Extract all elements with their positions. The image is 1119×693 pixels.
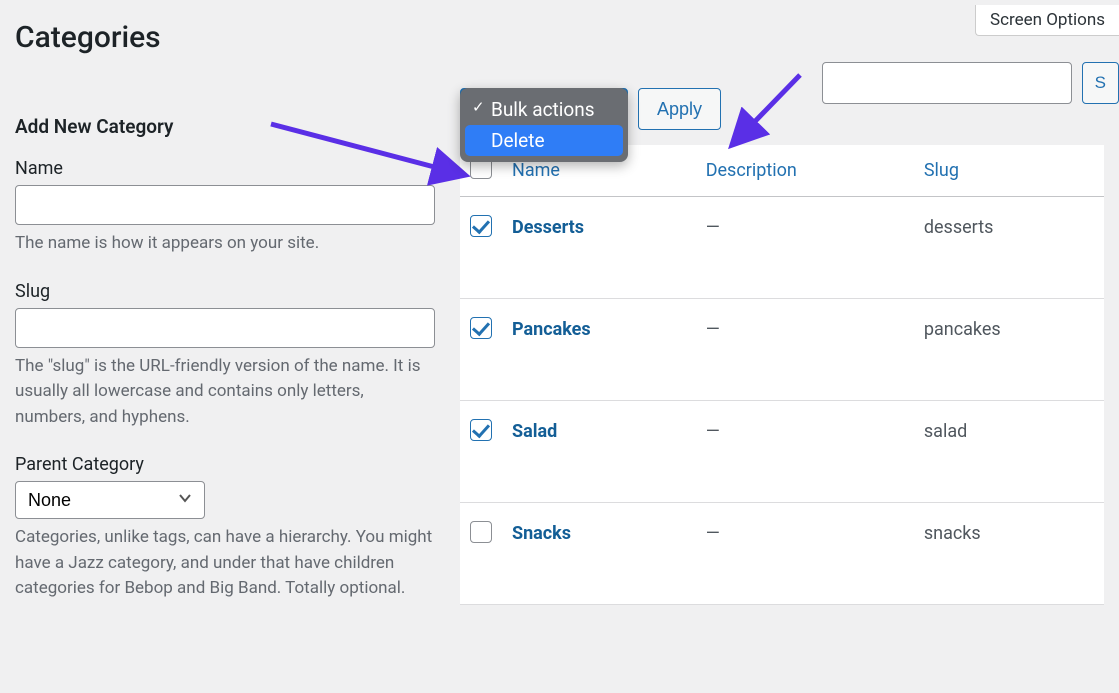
- name-input[interactable]: [15, 185, 435, 225]
- name-help: The name is how it appears on your site.: [15, 231, 435, 257]
- slug-input[interactable]: [15, 308, 435, 348]
- bulk-option[interactable]: Bulk actions: [465, 94, 623, 125]
- slug-label: Slug: [15, 281, 435, 302]
- row-name-link[interactable]: Salad: [512, 421, 557, 442]
- name-label: Name: [15, 158, 435, 179]
- row-description: —: [696, 401, 914, 503]
- table-row: Pancakes —pancakes: [460, 299, 1104, 401]
- row-checkbox[interactable]: [470, 419, 492, 441]
- row-checkbox[interactable]: [470, 521, 492, 543]
- categories-table: Name Description Slug Desserts—dessertsP…: [460, 145, 1104, 605]
- row-name-link[interactable]: Pancakes: [512, 319, 591, 340]
- row-description: —: [696, 503, 914, 605]
- parent-select[interactable]: None: [15, 481, 205, 519]
- row-description: —: [696, 299, 914, 401]
- page-title: Categories: [0, 0, 1119, 70]
- row-slug: pancakes: [914, 299, 1104, 401]
- table-row: Snacks —snacks: [460, 503, 1104, 605]
- parent-label: Parent Category: [15, 454, 435, 475]
- parent-help: Categories, unlike tags, can have a hier…: [15, 525, 435, 602]
- bulk-option[interactable]: Delete: [465, 125, 623, 156]
- row-checkbox[interactable]: [470, 215, 492, 237]
- table-row: Salad —salad: [460, 401, 1104, 503]
- bulk-actions-dropdown: Bulk actionsDelete: [460, 88, 628, 162]
- add-category-heading: Add New Category: [15, 115, 435, 138]
- slug-help: The "slug" is the URL-friendly version o…: [15, 354, 435, 431]
- row-slug: desserts: [914, 197, 1104, 299]
- apply-button[interactable]: Apply: [638, 88, 721, 130]
- row-description: —: [696, 197, 914, 299]
- col-slug[interactable]: Slug: [914, 145, 1104, 197]
- row-slug: salad: [914, 401, 1104, 503]
- row-name-link[interactable]: Desserts: [512, 217, 584, 238]
- row-checkbox[interactable]: [470, 317, 492, 339]
- row-name-link[interactable]: Snacks: [512, 523, 571, 544]
- col-description[interactable]: Description: [696, 145, 914, 197]
- table-row: Desserts —desserts: [460, 197, 1104, 299]
- row-slug: snacks: [914, 503, 1104, 605]
- screen-options-button[interactable]: Screen Options: [975, 5, 1119, 36]
